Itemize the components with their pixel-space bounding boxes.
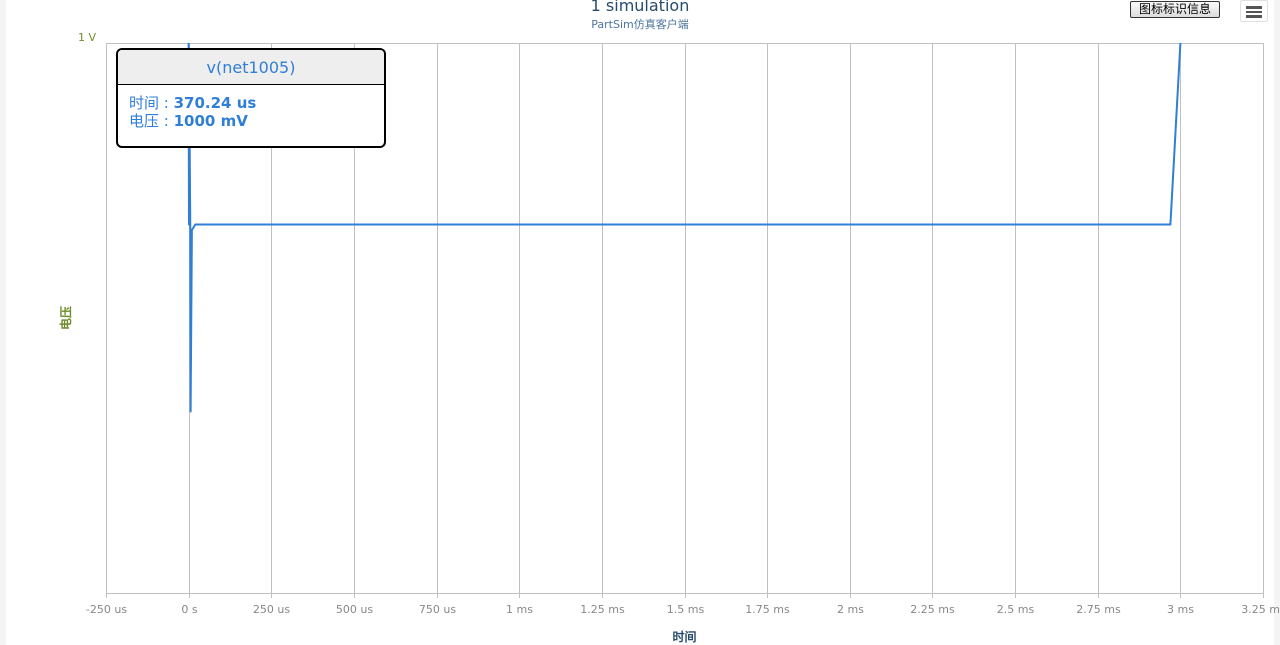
- axes: [106, 593, 1264, 598]
- x-tick-label: 2.75 ms: [1076, 603, 1121, 616]
- x-tick-label: 2.25 ms: [910, 603, 955, 616]
- x-axis-title: 时间: [672, 629, 696, 644]
- x-tick-label: 0 s: [181, 603, 197, 616]
- tooltip-voltage-label: 电压 :: [129, 112, 174, 130]
- x-tick-label: 500 us: [336, 603, 373, 616]
- y-tick-label: 1 V: [78, 31, 96, 44]
- x-tick-label: 250 us: [253, 603, 290, 616]
- tooltip-voltage-value: 1000 mV: [173, 112, 248, 130]
- x-tick-label: 1.25 ms: [580, 603, 625, 616]
- x-tick-label: 2.5 ms: [997, 603, 1035, 616]
- x-tick-label: 1 ms: [506, 603, 533, 616]
- chart-subtitle: PartSim仿真客户端: [591, 18, 689, 31]
- tooltip-time-row: 时间 : 370.24 us: [118, 94, 384, 112]
- x-tick-label: 3 ms: [1167, 603, 1194, 616]
- hamburger-menu-icon[interactable]: [1240, 0, 1268, 22]
- tooltip: v(net1005) 时间 : 370.24 us 电压 : 1000 mV: [116, 48, 386, 148]
- x-tick-label: 1.75 ms: [745, 603, 790, 616]
- legend-info-button[interactable]: 图标标识信息: [1130, 1, 1220, 18]
- chart-title: 1 simulation: [590, 0, 690, 15]
- x-tick-label: 2 ms: [837, 603, 864, 616]
- x-tick-label: 1.5 ms: [667, 603, 705, 616]
- x-tick-label: 3.25 ms: [1241, 603, 1280, 616]
- tooltip-time-value: 370.24 us: [173, 94, 257, 112]
- tooltip-time-label: 时间 :: [129, 94, 174, 112]
- x-tick-label: -250 us: [86, 603, 127, 616]
- tooltip-voltage-row: 电压 : 1000 mV: [118, 112, 384, 130]
- y-axis-title: 电压: [58, 306, 73, 330]
- tooltip-series-name: v(net1005): [118, 50, 384, 85]
- x-tick-label: 750 us: [419, 603, 456, 616]
